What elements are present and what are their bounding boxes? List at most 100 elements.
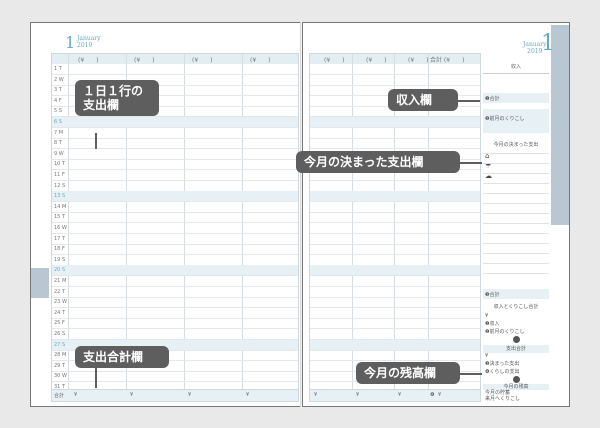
day-row[interactable]: 15 T xyxy=(52,212,298,224)
callout-balance: 今月の残高欄 xyxy=(356,362,460,384)
day-row[interactable]: 16 W xyxy=(52,223,298,234)
day-label: 28 M xyxy=(54,352,67,359)
day-row-right[interactable] xyxy=(310,181,480,192)
monthly-summary-sidebar: 収入 ❶合計 ❷前月のくりこし 今月の決まった支出 ⌂ ☂ ☁ ❸合計 収入とくりこ… xyxy=(483,53,549,402)
day-row-right[interactable] xyxy=(310,318,480,330)
fixed-expense-line[interactable] xyxy=(483,243,549,244)
day-row-right[interactable] xyxy=(310,265,480,277)
fixed-expense-line[interactable] xyxy=(483,203,549,204)
day-row-right[interactable] xyxy=(310,244,480,256)
right-page: 1 January 2019 (¥ ) (¥ ) (¥ ) 合計 (¥ ) ¥ ¥… xyxy=(302,22,570,407)
day-label: 2 W xyxy=(54,76,64,83)
day-row-right[interactable] xyxy=(310,117,480,128)
day-row[interactable]: 8 T xyxy=(52,138,298,150)
day-row[interactable]: 1 T xyxy=(52,64,298,75)
day-row[interactable]: 10 T xyxy=(52,159,298,171)
day-label: 22 T xyxy=(54,288,66,295)
day-label: 12 S xyxy=(54,182,66,189)
fixed-expense-line[interactable] xyxy=(483,173,549,174)
day-row-right[interactable] xyxy=(310,212,480,224)
expense-total-row: 合計 ¥ ¥ ¥ ¥ xyxy=(52,389,298,401)
callout-fixed-expense: 今月の決まった支出欄 xyxy=(296,151,460,173)
callout-pointer xyxy=(95,133,97,149)
minus-icon xyxy=(513,336,520,343)
day-row[interactable]: 14 M xyxy=(52,202,298,213)
fixed-expense-icons: ⌂ ☂ ☁ xyxy=(485,152,492,180)
fixed-expense-line[interactable] xyxy=(483,153,549,154)
summary-income-line[interactable]: ❶収入 xyxy=(485,320,499,327)
fixed-expense-line[interactable] xyxy=(483,193,549,194)
fixed-expense-title: 今月の決まった支出 xyxy=(493,142,539,148)
callout-pointer xyxy=(95,368,97,388)
day-row[interactable]: 21 M xyxy=(52,276,298,287)
day-row-right[interactable] xyxy=(310,191,480,203)
day-row[interactable]: 12 S xyxy=(52,181,298,192)
callout-pointer xyxy=(460,373,482,375)
day-label: 27 S xyxy=(54,341,66,348)
month-number: 1 xyxy=(65,33,76,52)
day-row-right[interactable] xyxy=(310,255,480,266)
day-row[interactable]: 9 W xyxy=(52,149,298,160)
fixed-expense-line[interactable] xyxy=(483,233,549,234)
fixed-expense-line[interactable] xyxy=(483,163,549,164)
equals-icon xyxy=(513,376,520,383)
day-row[interactable]: 18 F xyxy=(52,244,298,256)
fixed-expense-line[interactable] xyxy=(483,263,549,264)
day-label: 15 T xyxy=(54,214,66,221)
day-row[interactable]: 25 F xyxy=(52,318,298,330)
day-row[interactable]: 30 W xyxy=(52,371,298,383)
day-row[interactable]: 6 S xyxy=(52,117,298,128)
day-row-right[interactable] xyxy=(310,128,480,139)
fixed-expense-line[interactable] xyxy=(483,213,549,214)
day-row-right[interactable] xyxy=(310,350,480,362)
day-row-right[interactable] xyxy=(310,308,480,319)
day-label: 4 F xyxy=(54,97,62,104)
day-row[interactable]: 11 F xyxy=(52,170,298,181)
day-row-right[interactable] xyxy=(310,202,480,213)
day-label: 16 W xyxy=(54,225,67,231)
day-row-right[interactable] xyxy=(310,138,480,150)
fixed-expense-line[interactable] xyxy=(483,253,549,254)
day-row[interactable]: 7 M xyxy=(52,128,298,139)
day-label: 26 S xyxy=(54,331,66,337)
fixed-expense-line[interactable] xyxy=(483,273,549,274)
day-label: 29 T xyxy=(54,362,66,369)
callout-expense-total: 支出合計欄 xyxy=(75,346,169,368)
summary-prev-line[interactable]: ❷前月のくりこし xyxy=(485,328,524,335)
income-total-box[interactable]: ❶合計 xyxy=(483,93,549,103)
day-row-right[interactable] xyxy=(310,234,480,245)
day-row-right[interactable] xyxy=(310,287,480,298)
previous-balance-box[interactable]: ❷前月のくりこし xyxy=(483,109,549,133)
day-row-right[interactable] xyxy=(310,75,480,86)
day-row-right[interactable] xyxy=(310,223,480,234)
income-combined-title: 収入とくりこし合計 xyxy=(493,304,539,310)
summary-living-line[interactable]: ❹くらしの支出 xyxy=(485,368,519,375)
day-row[interactable]: 22 T xyxy=(52,287,298,298)
summary-fixed-line[interactable]: ❸決まった支出 xyxy=(485,360,519,367)
callout-pointer xyxy=(460,162,482,164)
day-row[interactable]: 20 S xyxy=(52,265,298,277)
day-row[interactable]: 26 S xyxy=(52,329,298,340)
day-row-right[interactable] xyxy=(310,329,480,340)
day-label: 21 M xyxy=(54,278,67,284)
month-name: January 2019 xyxy=(77,35,101,49)
day-row[interactable]: 24 T xyxy=(52,308,298,319)
day-label: 8 T xyxy=(54,140,62,147)
column-header: (¥ ) xyxy=(78,57,99,64)
day-label: 7 M xyxy=(54,129,64,136)
day-row[interactable]: 13 S xyxy=(52,191,298,203)
day-row[interactable]: 19 S xyxy=(52,255,298,266)
carryover-line[interactable]: 来月へくりこし xyxy=(485,395,520,402)
day-label: 6 S xyxy=(54,119,62,125)
day-row-right[interactable] xyxy=(310,276,480,287)
day-row-right[interactable] xyxy=(310,297,480,309)
day-label: 14 M xyxy=(54,203,67,210)
day-row[interactable]: 17 T xyxy=(52,234,298,245)
day-row-right[interactable] xyxy=(310,64,480,75)
callout-pointer xyxy=(458,100,480,102)
fixed-expense-total[interactable]: ❸合計 xyxy=(483,289,549,299)
day-row-right[interactable] xyxy=(310,339,480,351)
fixed-expense-line[interactable] xyxy=(483,223,549,224)
day-row[interactable]: 23 W xyxy=(52,297,298,309)
fixed-expense-line[interactable] xyxy=(483,183,549,184)
